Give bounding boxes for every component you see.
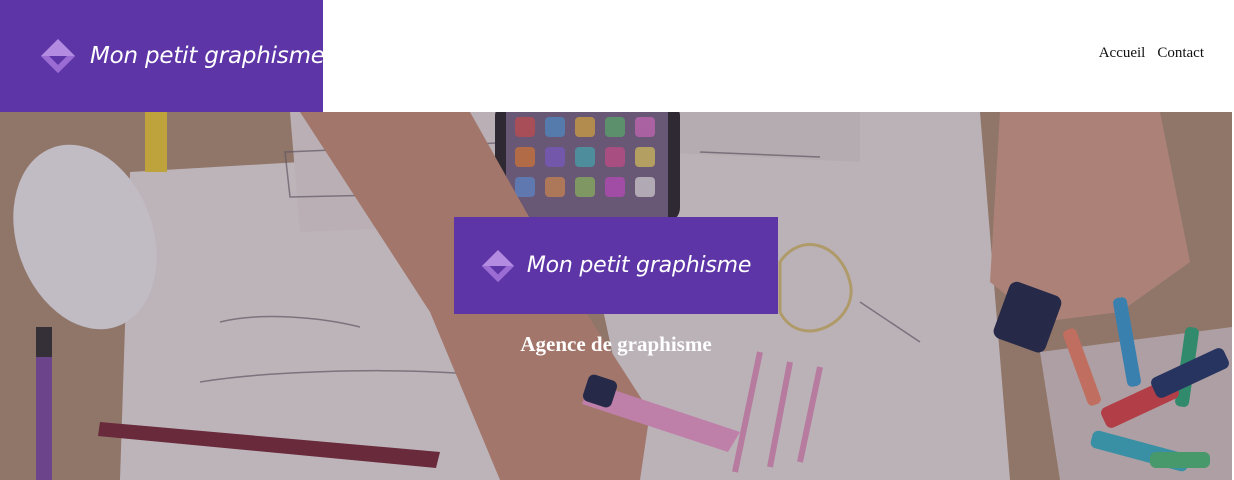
diamond-logo-icon <box>481 249 515 283</box>
brand-logo-link[interactable]: Mon petit graphisme <box>0 0 325 112</box>
main-nav: Accueil Contact <box>1099 45 1204 62</box>
nav-link-contact[interactable]: Contact <box>1157 45 1204 62</box>
nav-link-accueil[interactable]: Accueil <box>1099 45 1146 62</box>
site-header: Mon petit graphisme Accueil Contact <box>0 0 1234 112</box>
hero-brand-card: Mon petit graphisme <box>454 217 778 314</box>
hero-subtitle: Agence de graphisme <box>520 332 712 356</box>
diamond-logo-icon <box>40 38 76 74</box>
hero-brand-name: Mon petit graphisme <box>526 253 752 278</box>
brand-name: Mon petit graphisme <box>90 43 325 69</box>
hero-banner: Mon petit graphisme Agence de graphisme <box>0 112 1232 480</box>
